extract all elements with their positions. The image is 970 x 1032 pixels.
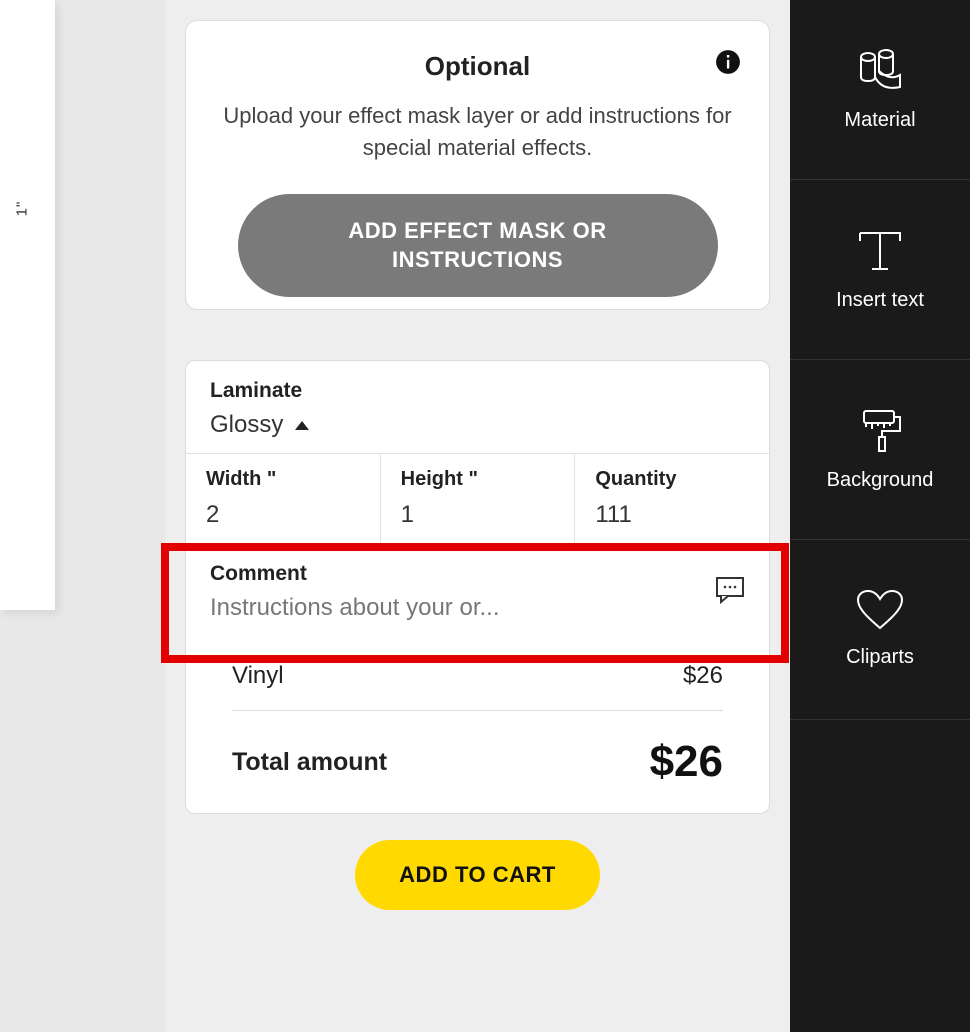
ruler-pane: 1" bbox=[0, 0, 55, 610]
line-item: Vinyl $26 bbox=[232, 662, 723, 711]
sidebar-item-cliparts[interactable]: Cliparts bbox=[790, 540, 970, 720]
item-price: $26 bbox=[683, 662, 723, 690]
comment-placeholder: Instructions about your or... bbox=[210, 594, 715, 622]
comment-label: Comment bbox=[210, 562, 715, 586]
heart-icon bbox=[856, 590, 904, 632]
laminate-label: Laminate bbox=[210, 379, 745, 403]
width-field[interactable]: Width " 2 bbox=[186, 454, 381, 545]
add-to-cart-button[interactable]: ADD TO CART bbox=[355, 840, 600, 910]
sidebar-item-material[interactable]: Material bbox=[790, 0, 970, 180]
info-icon[interactable] bbox=[715, 49, 741, 75]
paint-roller-icon bbox=[854, 407, 906, 455]
right-sidebar: Material Insert text Background Cliparts bbox=[790, 0, 970, 1032]
total-line: Total amount $26 bbox=[232, 737, 723, 787]
total-value: $26 bbox=[650, 737, 723, 787]
chat-icon bbox=[715, 576, 745, 609]
text-icon bbox=[854, 227, 906, 275]
price-summary: Vinyl $26 Total amount $26 bbox=[186, 640, 769, 813]
optional-title: Optional bbox=[216, 51, 739, 82]
comment-field[interactable]: Comment Instructions about your or... bbox=[186, 546, 769, 640]
sidebar-item-label: Insert text bbox=[836, 289, 924, 312]
quantity-field[interactable]: Quantity 111 bbox=[575, 454, 769, 545]
add-effect-mask-button[interactable]: ADD EFFECT MASK OR INSTRUCTIONS bbox=[238, 194, 718, 297]
laminate-value: Glossy bbox=[210, 411, 283, 439]
laminate-select[interactable]: Laminate Glossy bbox=[186, 361, 769, 454]
width-value: 2 bbox=[206, 501, 360, 529]
sidebar-item-label: Background bbox=[827, 469, 934, 492]
material-rolls-icon bbox=[852, 47, 908, 95]
sidebar-item-insert-text[interactable]: Insert text bbox=[790, 180, 970, 360]
optional-description: Upload your effect mask layer or add ins… bbox=[216, 100, 739, 164]
height-label: Height " bbox=[401, 468, 555, 491]
sidebar-item-background[interactable]: Background bbox=[790, 360, 970, 540]
dimensions-row: Width " 2 Height " 1 Quantity 111 bbox=[186, 454, 769, 546]
item-name: Vinyl bbox=[232, 662, 284, 690]
quantity-label: Quantity bbox=[595, 468, 749, 491]
caret-up-icon bbox=[295, 421, 309, 430]
ruler-tick: 1" bbox=[13, 201, 30, 217]
order-panel: Optional Upload your effect mask layer o… bbox=[165, 0, 790, 1032]
quantity-value: 111 bbox=[595, 501, 749, 529]
configuration-card: Laminate Glossy Width " 2 Height " 1 Qua… bbox=[185, 360, 770, 814]
sidebar-item-label: Cliparts bbox=[846, 646, 914, 669]
total-label: Total amount bbox=[232, 748, 387, 777]
height-value: 1 bbox=[401, 501, 555, 529]
height-field[interactable]: Height " 1 bbox=[381, 454, 576, 545]
optional-effects-card: Optional Upload your effect mask layer o… bbox=[185, 20, 770, 310]
sidebar-item-label: Material bbox=[844, 109, 915, 132]
width-label: Width " bbox=[206, 468, 360, 491]
